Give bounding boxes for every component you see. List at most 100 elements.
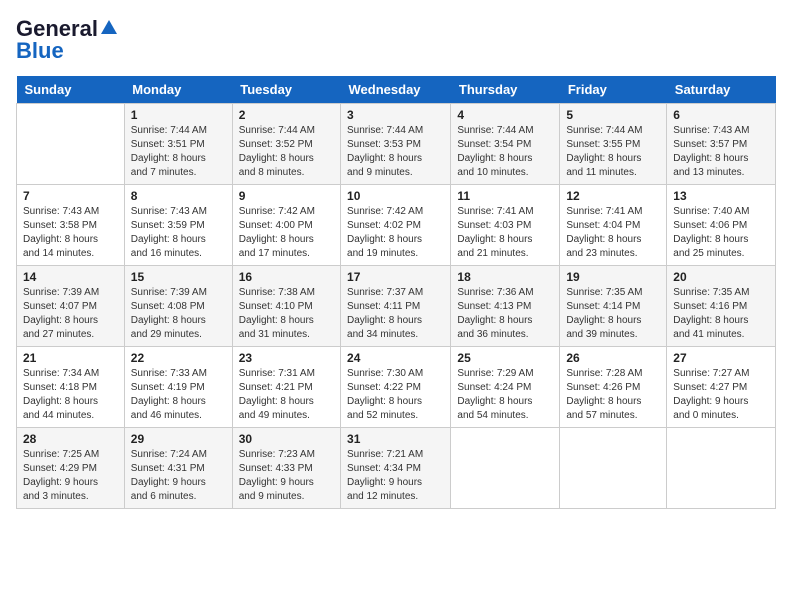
calendar-cell: 14 Sunrise: 7:39 AM Sunset: 4:07 PM Dayli… xyxy=(17,266,125,347)
day-number: 1 xyxy=(131,108,226,122)
logo-blue: Blue xyxy=(16,38,64,64)
calendar-cell: 7 Sunrise: 7:43 AM Sunset: 3:58 PM Daylig… xyxy=(17,185,125,266)
cell-content: Sunrise: 7:44 AM Sunset: 3:51 PM Dayligh… xyxy=(131,124,226,180)
cell-content: Sunrise: 7:35 AM Sunset: 4:16 PM Dayligh… xyxy=(673,286,769,342)
day-number: 9 xyxy=(239,189,334,203)
cell-content: Sunrise: 7:25 AM Sunset: 4:29 PM Dayligh… xyxy=(23,448,118,504)
cell-content: Sunrise: 7:29 AM Sunset: 4:24 PM Dayligh… xyxy=(457,367,553,423)
calendar-table: SundayMondayTuesdayWednesdayThursdayFrid… xyxy=(16,76,776,509)
cell-content: Sunrise: 7:44 AM Sunset: 3:55 PM Dayligh… xyxy=(566,124,660,180)
cell-content: Sunrise: 7:34 AM Sunset: 4:18 PM Dayligh… xyxy=(23,367,118,423)
calendar-cell: 20 Sunrise: 7:35 AM Sunset: 4:16 PM Dayli… xyxy=(667,266,776,347)
day-number: 6 xyxy=(673,108,769,122)
calendar-cell: 25 Sunrise: 7:29 AM Sunset: 4:24 PM Dayli… xyxy=(451,347,560,428)
day-number: 26 xyxy=(566,351,660,365)
cell-content: Sunrise: 7:36 AM Sunset: 4:13 PM Dayligh… xyxy=(457,286,553,342)
day-number: 20 xyxy=(673,270,769,284)
calendar-cell: 9Sunrise: 7:42 AM Sunset: 4:00 PM Daylig… xyxy=(232,185,340,266)
cell-content: Sunrise: 7:39 AM Sunset: 4:07 PM Dayligh… xyxy=(23,286,118,342)
calendar-cell xyxy=(17,104,125,185)
calendar-cell: 13 Sunrise: 7:40 AM Sunset: 4:06 PM Dayli… xyxy=(667,185,776,266)
day-number: 25 xyxy=(457,351,553,365)
cell-content: Sunrise: 7:44 AM Sunset: 3:54 PM Dayligh… xyxy=(457,124,553,180)
calendar-cell: 28 Sunrise: 7:25 AM Sunset: 4:29 PM Dayli… xyxy=(17,428,125,509)
day-number: 5 xyxy=(566,108,660,122)
cell-content: Sunrise: 7:21 AM Sunset: 4:34 PM Dayligh… xyxy=(347,448,444,504)
day-number: 22 xyxy=(131,351,226,365)
cell-content: Sunrise: 7:41 AM Sunset: 4:03 PM Dayligh… xyxy=(457,205,553,261)
cell-content: Sunrise: 7:37 AM Sunset: 4:11 PM Dayligh… xyxy=(347,286,444,342)
day-number: 8 xyxy=(131,189,226,203)
weekday-header-tuesday: Tuesday xyxy=(232,76,340,104)
cell-content: Sunrise: 7:31 AM Sunset: 4:21 PM Dayligh… xyxy=(239,367,334,423)
day-number: 31 xyxy=(347,432,444,446)
cell-content: Sunrise: 7:43 AM Sunset: 3:57 PM Dayligh… xyxy=(673,124,769,180)
page-header: General Blue xyxy=(16,16,776,64)
day-number: 15 xyxy=(131,270,226,284)
cell-content: Sunrise: 7:28 AM Sunset: 4:26 PM Dayligh… xyxy=(566,367,660,423)
logo-icon xyxy=(100,18,118,36)
calendar-cell: 16 Sunrise: 7:38 AM Sunset: 4:10 PM Dayli… xyxy=(232,266,340,347)
calendar-cell: 29 Sunrise: 7:24 AM Sunset: 4:31 PM Dayli… xyxy=(124,428,232,509)
weekday-header-thursday: Thursday xyxy=(451,76,560,104)
calendar-cell: 2 Sunrise: 7:44 AM Sunset: 3:52 PM Daylig… xyxy=(232,104,340,185)
day-number: 11 xyxy=(457,189,553,203)
cell-content: Sunrise: 7:38 AM Sunset: 4:10 PM Dayligh… xyxy=(239,286,334,342)
cell-content: Sunrise: 7:33 AM Sunset: 4:19 PM Dayligh… xyxy=(131,367,226,423)
weekday-header-sunday: Sunday xyxy=(17,76,125,104)
day-number: 17 xyxy=(347,270,444,284)
day-number: 4 xyxy=(457,108,553,122)
calendar-cell: 6 Sunrise: 7:43 AM Sunset: 3:57 PM Daylig… xyxy=(667,104,776,185)
weekday-header-friday: Friday xyxy=(560,76,667,104)
day-number: 19 xyxy=(566,270,660,284)
day-number: 29 xyxy=(131,432,226,446)
day-number: 21 xyxy=(23,351,118,365)
calendar-cell: 5 Sunrise: 7:44 AM Sunset: 3:55 PM Daylig… xyxy=(560,104,667,185)
calendar-cell xyxy=(451,428,560,509)
cell-content: Sunrise: 7:43 AM Sunset: 3:58 PM Dayligh… xyxy=(23,205,118,261)
cell-content: Sunrise: 7:39 AM Sunset: 4:08 PM Dayligh… xyxy=(131,286,226,342)
week-row-5: 28 Sunrise: 7:25 AM Sunset: 4:29 PM Dayli… xyxy=(17,428,776,509)
calendar-cell: 23 Sunrise: 7:31 AM Sunset: 4:21 PM Dayli… xyxy=(232,347,340,428)
day-number: 16 xyxy=(239,270,334,284)
day-number: 12 xyxy=(566,189,660,203)
day-number: 10 xyxy=(347,189,444,203)
cell-content: Sunrise: 7:44 AM Sunset: 3:53 PM Dayligh… xyxy=(347,124,444,180)
day-number: 2 xyxy=(239,108,334,122)
calendar-cell: 3Sunrise: 7:44 AM Sunset: 3:53 PM Daylig… xyxy=(341,104,451,185)
calendar-cell: 4 Sunrise: 7:44 AM Sunset: 3:54 PM Daylig… xyxy=(451,104,560,185)
calendar-cell: 17 Sunrise: 7:37 AM Sunset: 4:11 PM Dayli… xyxy=(341,266,451,347)
calendar-cell: 22 Sunrise: 7:33 AM Sunset: 4:19 PM Dayli… xyxy=(124,347,232,428)
calendar-cell: 12 Sunrise: 7:41 AM Sunset: 4:04 PM Dayli… xyxy=(560,185,667,266)
calendar-cell: 1 Sunrise: 7:44 AM Sunset: 3:51 PM Daylig… xyxy=(124,104,232,185)
week-row-3: 14 Sunrise: 7:39 AM Sunset: 4:07 PM Dayli… xyxy=(17,266,776,347)
cell-content: Sunrise: 7:30 AM Sunset: 4:22 PM Dayligh… xyxy=(347,367,444,423)
day-number: 28 xyxy=(23,432,118,446)
cell-content: Sunrise: 7:42 AM Sunset: 4:02 PM Dayligh… xyxy=(347,205,444,261)
calendar-cell xyxy=(667,428,776,509)
day-number: 24 xyxy=(347,351,444,365)
calendar-cell: 18Sunrise: 7:36 AM Sunset: 4:13 PM Dayli… xyxy=(451,266,560,347)
cell-content: Sunrise: 7:43 AM Sunset: 3:59 PM Dayligh… xyxy=(131,205,226,261)
weekday-header-monday: Monday xyxy=(124,76,232,104)
cell-content: Sunrise: 7:44 AM Sunset: 3:52 PM Dayligh… xyxy=(239,124,334,180)
cell-content: Sunrise: 7:24 AM Sunset: 4:31 PM Dayligh… xyxy=(131,448,226,504)
weekday-header-row: SundayMondayTuesdayWednesdayThursdayFrid… xyxy=(17,76,776,104)
day-number: 14 xyxy=(23,270,118,284)
cell-content: Sunrise: 7:41 AM Sunset: 4:04 PM Dayligh… xyxy=(566,205,660,261)
day-number: 13 xyxy=(673,189,769,203)
calendar-cell: 19 Sunrise: 7:35 AM Sunset: 4:14 PM Dayli… xyxy=(560,266,667,347)
calendar-cell: 24 Sunrise: 7:30 AM Sunset: 4:22 PM Dayli… xyxy=(341,347,451,428)
cell-content: Sunrise: 7:35 AM Sunset: 4:14 PM Dayligh… xyxy=(566,286,660,342)
calendar-cell: 30Sunrise: 7:23 AM Sunset: 4:33 PM Dayli… xyxy=(232,428,340,509)
logo: General Blue xyxy=(16,16,118,64)
day-number: 7 xyxy=(23,189,118,203)
cell-content: Sunrise: 7:40 AM Sunset: 4:06 PM Dayligh… xyxy=(673,205,769,261)
day-number: 23 xyxy=(239,351,334,365)
calendar-cell: 21 Sunrise: 7:34 AM Sunset: 4:18 PM Dayli… xyxy=(17,347,125,428)
calendar-cell: 26 Sunrise: 7:28 AM Sunset: 4:26 PM Dayli… xyxy=(560,347,667,428)
cell-content: Sunrise: 7:23 AM Sunset: 4:33 PM Dayligh… xyxy=(239,448,334,504)
day-number: 27 xyxy=(673,351,769,365)
week-row-1: 1 Sunrise: 7:44 AM Sunset: 3:51 PM Daylig… xyxy=(17,104,776,185)
calendar-cell: 10 Sunrise: 7:42 AM Sunset: 4:02 PM Dayli… xyxy=(341,185,451,266)
